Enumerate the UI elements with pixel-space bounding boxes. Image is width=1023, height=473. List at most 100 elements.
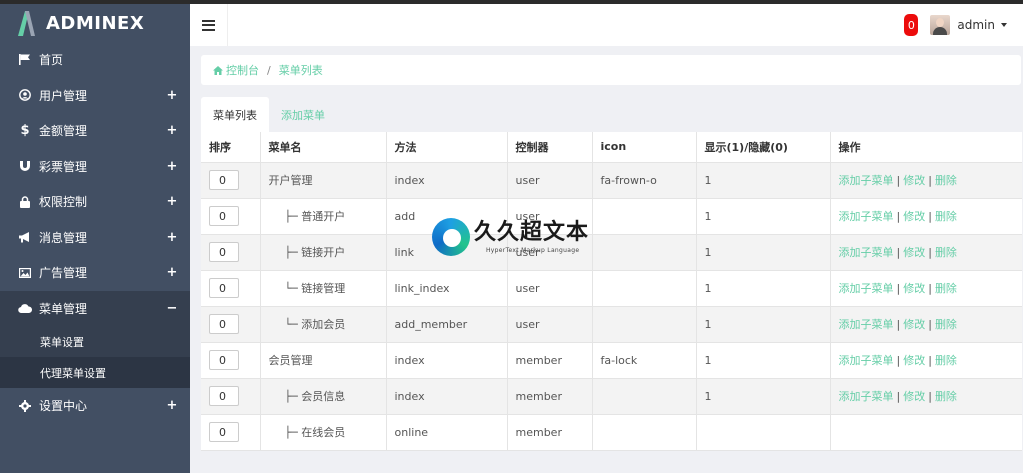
column-header-2: 方法 xyxy=(386,132,508,163)
visibility-cell: 1 xyxy=(696,270,831,307)
delete-link[interactable]: 删除 xyxy=(935,390,957,403)
sidebar-item-5[interactable]: 消息管理 + xyxy=(0,220,190,256)
logo[interactable]: ADMINEX xyxy=(0,4,190,42)
ops-separator: | xyxy=(928,282,932,295)
sidebar-item-3[interactable]: 彩票管理 + xyxy=(0,149,190,185)
picture-icon xyxy=(18,266,32,280)
tab-1[interactable]: 添加菜单 xyxy=(269,97,337,132)
edit-link[interactable]: 修改 xyxy=(903,174,925,187)
notification-badge[interactable]: 0 xyxy=(904,14,919,36)
edit-link[interactable]: 修改 xyxy=(903,390,925,403)
icon-cell: fa-lock xyxy=(592,342,697,379)
sidebar-item-0[interactable]: 首页 xyxy=(0,42,190,78)
ops-separator: | xyxy=(928,318,932,331)
flag-icon xyxy=(18,53,32,67)
controller-cell: member xyxy=(507,414,593,451)
column-header-4: icon xyxy=(592,132,697,163)
sidebar-item-label: 首页 xyxy=(39,53,64,68)
sort-order-input[interactable] xyxy=(209,242,239,262)
hamburger-icon xyxy=(202,19,215,31)
table-row: 开户管理indexuserfa-frown-o1添加子菜单|修改|删除 xyxy=(201,162,1022,199)
visibility-cell xyxy=(696,414,831,451)
sidebar-subitem-1[interactable]: 代理菜单设置 xyxy=(0,357,190,388)
sort-order-input[interactable] xyxy=(209,422,239,442)
cloud-icon xyxy=(18,301,32,315)
delete-link[interactable]: 删除 xyxy=(935,210,957,223)
operations-cell: 添加子菜单 | 修改 | 删除 xyxy=(830,234,1022,271)
expand-icon: + xyxy=(166,87,178,103)
sort-order-input[interactable] xyxy=(209,278,239,298)
table-row: └─ 链接管理link_indexuser1添加子菜单|修改|删除 xyxy=(201,270,1022,307)
edit-link[interactable]: 修改 xyxy=(903,210,925,223)
sidebar-item-label: 金额管理 xyxy=(39,124,88,139)
ops-separator: | xyxy=(928,174,932,187)
sort-order-input[interactable] xyxy=(209,314,239,334)
logo-text: ADMINEX xyxy=(46,12,145,34)
method-cell: add_member xyxy=(386,306,508,343)
sidebar-item-4[interactable]: 权限控制 + xyxy=(0,184,190,220)
add-child-menu-link[interactable]: 添加子菜单 xyxy=(839,354,894,367)
sidebar-subitem-0[interactable]: 菜单设置 xyxy=(0,326,190,357)
column-header-3: 控制器 xyxy=(507,132,593,163)
sidebar-item-7[interactable]: 菜单管理 − xyxy=(0,290,190,326)
sort-order-input[interactable] xyxy=(209,170,239,190)
edit-link[interactable]: 修改 xyxy=(903,318,925,331)
edit-link[interactable]: 修改 xyxy=(903,282,925,295)
gear-icon xyxy=(18,399,32,413)
sort-cell xyxy=(201,378,261,415)
add-child-menu-link[interactable]: 添加子菜单 xyxy=(839,210,894,223)
expand-icon: + xyxy=(166,398,178,414)
breadcrumb-home-label: 控制台 xyxy=(226,64,259,77)
user-name[interactable]: admin xyxy=(957,18,995,32)
menu-name-cell: 会员管理 xyxy=(260,342,387,379)
sidebar: ADMINEX 首页 用户管理 + $ 金额管理 + 彩票管理 + 权限控制 + 消息管理 + 广告管理… xyxy=(0,4,190,473)
sidebar-item-1[interactable]: 用户管理 + xyxy=(0,78,190,114)
menu-toggle-button[interactable] xyxy=(190,4,228,46)
collapse-icon: − xyxy=(166,300,178,316)
bullhorn-icon xyxy=(18,230,32,244)
add-child-menu-link[interactable]: 添加子菜单 xyxy=(839,282,894,295)
sidebar-item-6[interactable]: 广告管理 + xyxy=(0,255,190,291)
delete-link[interactable]: 删除 xyxy=(935,282,957,295)
ops-separator: | xyxy=(896,390,901,403)
delete-link[interactable]: 删除 xyxy=(935,174,957,187)
column-header-6: 操作 xyxy=(830,132,1022,163)
sidebar-item-label: 权限控制 xyxy=(39,195,88,210)
watermark: 久久超文本 HyperText Markup Language xyxy=(432,218,589,256)
add-child-menu-link[interactable]: 添加子菜单 xyxy=(839,318,894,331)
sidebar-item-8[interactable]: 设置中心 + xyxy=(0,388,190,424)
sidebar-item-label: 用户管理 xyxy=(39,88,88,103)
sort-order-input[interactable] xyxy=(209,350,239,370)
add-child-menu-link[interactable]: 添加子菜单 xyxy=(839,390,894,403)
menu-name-cell: └─ 添加会员 xyxy=(260,306,387,343)
sidebar-submenu: 菜单设置 代理菜单设置 xyxy=(0,326,190,388)
menu-name-cell: └─ 链接管理 xyxy=(260,270,387,307)
delete-link[interactable]: 删除 xyxy=(935,246,957,259)
tab-0[interactable]: 菜单列表 xyxy=(201,97,269,132)
ops-separator: | xyxy=(928,246,932,259)
delete-link[interactable]: 删除 xyxy=(935,354,957,367)
add-child-menu-link[interactable]: 添加子菜单 xyxy=(839,246,894,259)
expand-icon: + xyxy=(166,158,178,174)
tab-bar: 菜单列表 添加菜单 xyxy=(201,97,1023,132)
sort-order-input[interactable] xyxy=(209,386,239,406)
delete-link[interactable]: 删除 xyxy=(935,318,957,331)
avatar[interactable] xyxy=(930,15,951,35)
expand-icon: + xyxy=(166,265,178,281)
chevron-down-icon[interactable] xyxy=(1001,23,1007,27)
ops-separator: | xyxy=(896,246,901,259)
add-child-menu-link[interactable]: 添加子菜单 xyxy=(839,174,894,187)
edit-link[interactable]: 修改 xyxy=(903,246,925,259)
visibility-cell: 1 xyxy=(696,162,831,199)
lock-icon xyxy=(18,195,32,209)
expand-icon: + xyxy=(166,123,178,139)
edit-link[interactable]: 修改 xyxy=(903,354,925,367)
breadcrumb-home[interactable]: 控制台 xyxy=(213,62,259,78)
sidebar-item-2[interactable]: $ 金额管理 + xyxy=(0,113,190,149)
method-cell: link_index xyxy=(386,270,508,307)
header-right: 0 admin xyxy=(904,14,1023,36)
home-icon xyxy=(213,66,223,75)
icon-cell xyxy=(592,414,697,451)
sort-order-input[interactable] xyxy=(209,206,239,226)
watermark-text: 久久超文本 HyperText Markup Language xyxy=(474,220,589,254)
